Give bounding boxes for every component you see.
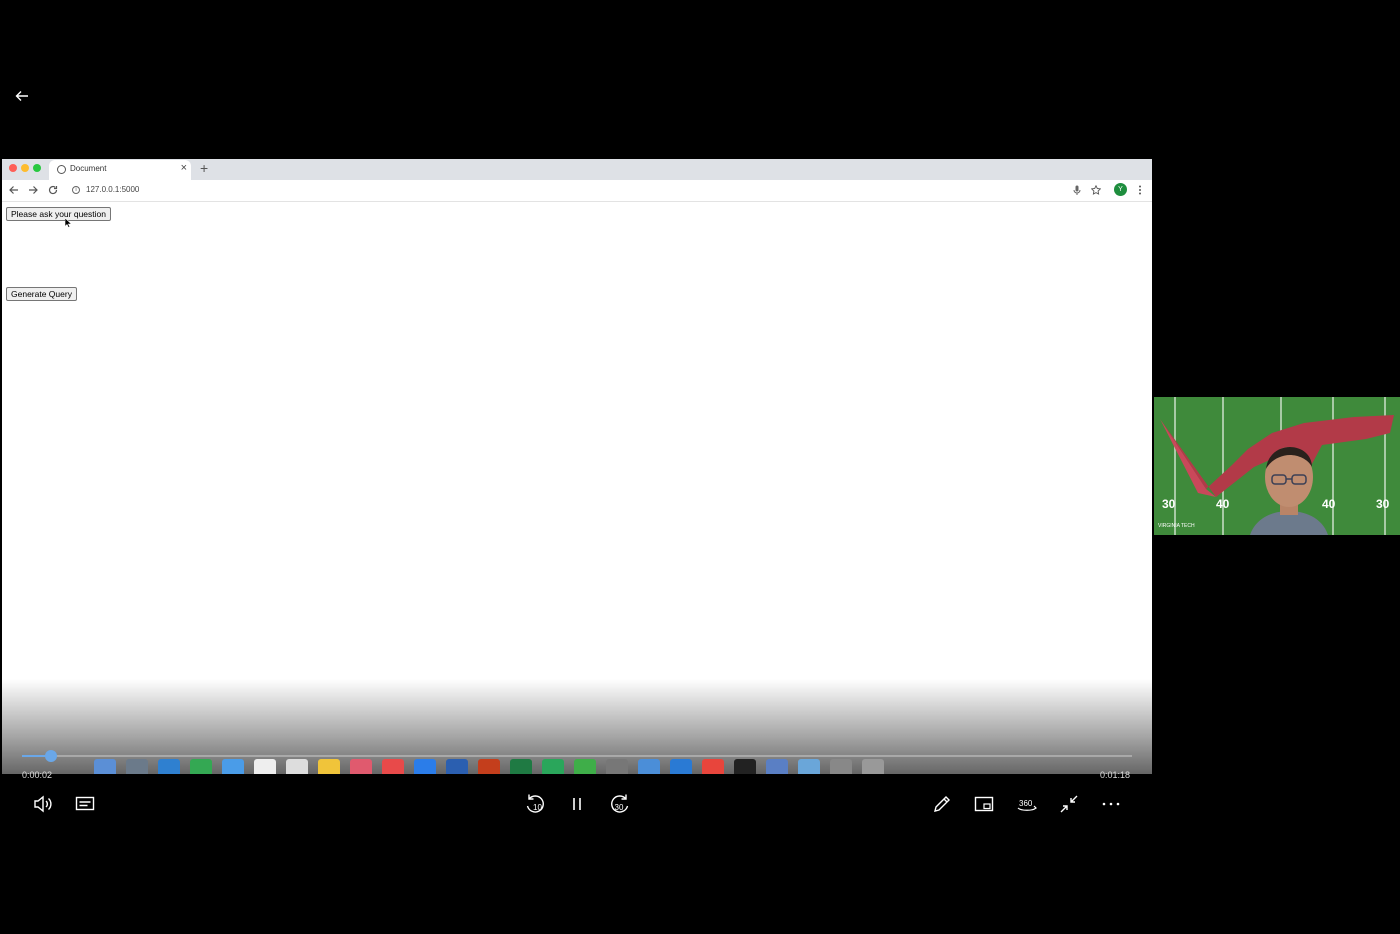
safari-icon [158,759,180,774]
browser-tab[interactable]: Document × [49,160,191,180]
browser-forward-button[interactable] [26,183,40,197]
close-window-dot[interactable] [9,164,17,172]
yard-number: 30 [1376,497,1390,511]
rewind-10-icon: 10 [526,794,544,813]
music-icon [350,759,372,774]
voice-search-button[interactable] [1070,183,1084,197]
arrow-left-icon [15,91,28,101]
news-icon [382,759,404,774]
picture-in-picture-icon [974,796,994,812]
profile-avatar[interactable]: Y [1114,183,1127,196]
messages-icon [222,759,244,774]
generate-query-button[interactable]: Generate Query [6,287,77,301]
arrow-right-icon [29,186,38,194]
seek-bar[interactable] [22,750,1132,762]
app-store-icon [414,759,436,774]
current-time: 0:00:02 [22,770,53,780]
macos-dock [94,758,1054,774]
video-frame[interactable]: Document × + i 127.0.0.1:5000 Y Please a… [2,159,1152,774]
annotate-button[interactable] [930,792,954,816]
microphone-icon [1073,185,1081,195]
bookmark-button[interactable] [1089,183,1103,197]
system-preferences-icon [606,759,628,774]
svg-text:10: 10 [533,803,542,812]
yard-number: 40 [1216,497,1230,511]
browser-tab-bar: Document × + [2,159,1152,180]
folder-icon [798,759,820,774]
captions-button[interactable] [73,792,97,816]
maximize-window-dot[interactable] [33,164,41,172]
pycharm-icon [542,759,564,774]
mouse-cursor-icon [64,215,73,233]
browser-toolbar: i 127.0.0.1:5000 Y [2,180,1152,202]
network-icon [638,759,660,774]
pause-button[interactable] [565,792,589,816]
globe-icon [57,165,66,174]
seek-handle[interactable] [45,750,57,762]
more-options-button[interactable] [1099,792,1123,816]
more-horizontal-icon [1102,802,1120,806]
forward-30-icon: 30 [611,794,629,813]
info-icon[interactable]: i [72,186,80,194]
terminal-icon [734,759,756,774]
total-duration: 0:01:18 [1100,770,1131,780]
reload-icon [48,185,58,195]
webcam-video: 30 40 40 30 VIRGINIA TECH [1154,397,1400,535]
minimize-window-dot[interactable] [21,164,29,172]
pause-icon [573,798,581,810]
view-360-icon: 360 [1017,799,1037,811]
presenter [1250,447,1328,535]
browser-menu-button[interactable] [1133,183,1147,197]
address-bar[interactable]: i 127.0.0.1:5000 [68,182,1130,199]
speaker-icon [34,795,52,813]
star-icon [1091,185,1101,195]
url-text: 127.0.0.1:5000 [86,185,140,194]
volume-button[interactable] [31,792,55,816]
powerpoint-icon [478,759,500,774]
captions-icon [75,796,95,811]
launchpad-icon [126,759,148,774]
chrome-icon [702,759,724,774]
browser-back-button[interactable] [7,183,21,197]
stickies-icon [318,759,340,774]
close-tab-icon[interactable]: × [181,162,187,174]
facetime-icon [190,759,212,774]
back-arrow-button[interactable] [10,84,34,108]
finder-icon [94,759,116,774]
notes-icon [286,759,308,774]
wechat-icon [574,759,596,774]
forward-30-button[interactable]: 30 [608,792,632,816]
tab-title: Document [70,164,107,173]
downloads-icon [830,759,852,774]
svg-text:360: 360 [1019,799,1033,808]
new-tab-icon[interactable]: + [200,160,208,176]
vt-logo-text: VIRGINIA TECH [1158,523,1195,529]
reload-button[interactable] [46,183,60,197]
preview-icon [766,759,788,774]
svg-text:30: 30 [615,803,624,812]
more-vertical-icon [1139,185,1141,195]
word-icon [446,759,468,774]
rewind-10-button[interactable]: 10 [523,792,547,816]
exit-fullscreen-button[interactable] [1057,792,1081,816]
vscode-icon [670,759,692,774]
trash-icon [862,759,884,774]
arrow-left-icon [9,186,18,194]
yard-number: 30 [1162,497,1176,511]
calendar-icon [254,759,276,774]
collapse-icon [1060,795,1078,813]
view-360-button[interactable]: 360 [1015,792,1039,816]
ask-question-button[interactable]: Please ask your question [6,207,111,221]
pencil-icon [934,796,950,812]
excel-icon [510,759,532,774]
picture-in-picture-button[interactable] [972,792,996,816]
